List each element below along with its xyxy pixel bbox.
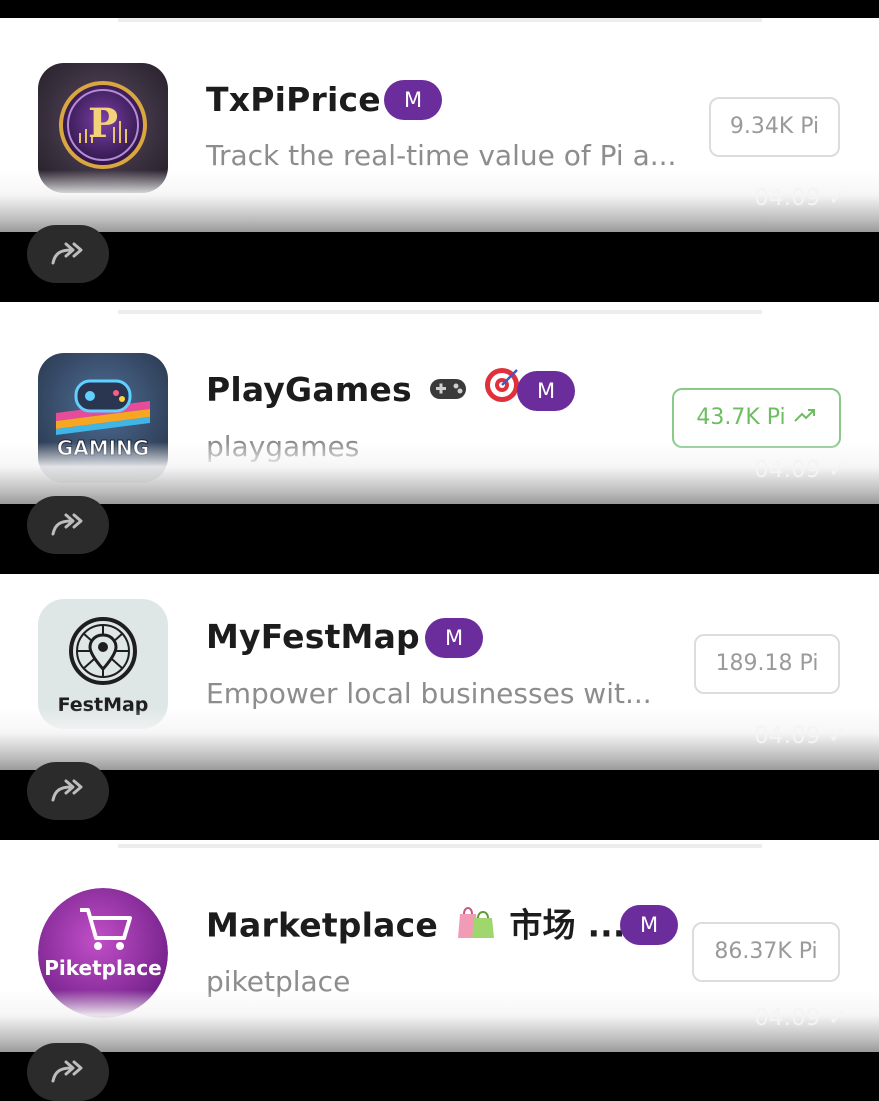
app-card-marketplace[interactable]: Piketplace Marketplace 市场 ... M piketpla… <box>0 840 879 1052</box>
app-card-myfestmap[interactable]: FestMap MyFestMap M Empower local busine… <box>0 574 879 770</box>
divider <box>118 844 762 848</box>
target-emoji <box>483 366 521 418</box>
time-text: 04:09 <box>754 1005 821 1031</box>
app-title: TxPiPrice <box>206 80 381 119</box>
message-footer <box>0 170 879 232</box>
time-text: 04:09 <box>754 457 821 483</box>
message-footer <box>0 442 879 504</box>
message-footer <box>0 708 879 770</box>
forward-button[interactable] <box>27 1043 109 1101</box>
mod-badge: M <box>384 80 442 120</box>
forward-button[interactable] <box>27 762 109 820</box>
read-check-icon: ✓ <box>827 457 847 483</box>
divider <box>118 310 762 314</box>
divider <box>118 18 762 22</box>
timestamp: 04:09 ✓ <box>754 183 847 213</box>
price-chip[interactable]: 86.37K Pi <box>692 922 840 982</box>
mod-badge: M <box>620 905 678 945</box>
mod-badge: M <box>517 371 575 411</box>
icon-text: Piketplace <box>44 956 162 980</box>
app-card-playgames[interactable]: GAMING PlayGames M playgames 43.7K Pi <box>0 302 879 504</box>
app-title-text: PlayGames <box>206 370 412 409</box>
forward-button[interactable] <box>27 496 109 554</box>
time-text: 04:09 <box>754 185 821 211</box>
app-title-suffix: 市场 ... <box>509 905 626 945</box>
timestamp: 04:09 ✓ <box>754 721 847 751</box>
message-footer <box>0 990 879 1052</box>
mod-badge: M <box>425 618 483 658</box>
app-title: PlayGames <box>206 365 521 415</box>
price-chip[interactable]: 9.34K Pi <box>709 97 840 157</box>
timestamp: 04:09 ✓ <box>754 1003 847 1033</box>
time-text: 04:09 <box>754 723 821 749</box>
app-title: MyFestMap <box>206 617 420 656</box>
price-chip[interactable]: 43.7K Pi <box>672 388 841 448</box>
shopping-bags-emoji <box>454 900 498 954</box>
read-check-icon: ✓ <box>827 1005 847 1031</box>
game-controller-emoji <box>428 367 468 417</box>
app-title-text: Marketplace <box>206 905 438 945</box>
timestamp: 04:09 ✓ <box>754 455 847 485</box>
forward-icon <box>51 779 83 802</box>
forward-button[interactable] <box>27 225 109 283</box>
price-chip[interactable]: 189.18 Pi <box>694 634 840 694</box>
svg-text:P: P <box>88 100 118 147</box>
read-check-icon: ✓ <box>827 185 847 211</box>
app-title: Marketplace 市场 ... <box>206 900 626 950</box>
read-check-icon: ✓ <box>827 723 847 749</box>
forward-icon <box>51 242 83 265</box>
app-card-txpiprice[interactable]: P TxPiPrice M Track the real-time value … <box>0 18 879 232</box>
price-text: 43.7K Pi <box>696 405 786 430</box>
forward-icon <box>51 1060 83 1083</box>
forward-icon <box>51 513 83 536</box>
trend-up-icon <box>793 390 817 446</box>
